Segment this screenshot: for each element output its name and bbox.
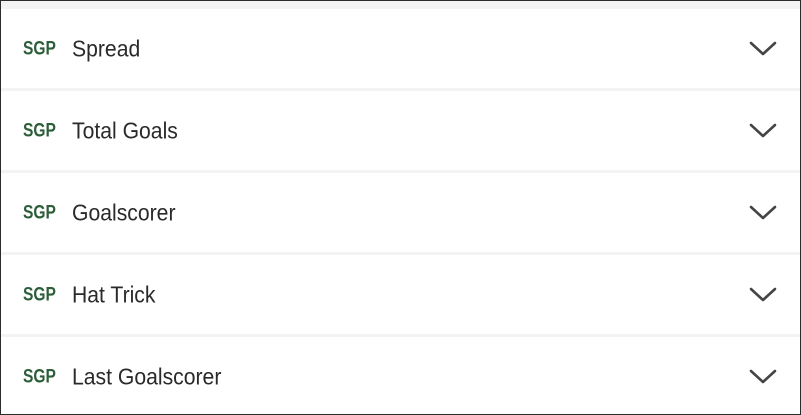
markets-panel: SGP Spread SGP Total Goals SGP Goalscore… — [0, 0, 801, 415]
sgp-badge: SGP — [23, 38, 56, 59]
sgp-badge: SGP — [23, 120, 56, 141]
sgp-badge: SGP — [23, 284, 56, 305]
market-label: Spread — [72, 35, 141, 61]
chevron-down-icon[interactable] — [749, 205, 777, 221]
market-label: Goalscorer — [72, 199, 176, 225]
market-label: Last Goalscorer — [72, 363, 222, 389]
market-row-spread[interactable]: SGP Spread — [1, 9, 800, 88]
sgp-badge: SGP — [23, 202, 56, 223]
chevron-down-icon[interactable] — [749, 369, 777, 385]
sgp-badge: SGP — [23, 366, 56, 387]
chevron-down-icon[interactable] — [749, 41, 777, 57]
market-label: Total Goals — [72, 117, 178, 143]
market-row-goalscorer[interactable]: SGP Goalscorer — [1, 173, 800, 252]
market-row-total-goals[interactable]: SGP Total Goals — [1, 91, 800, 170]
market-list: SGP Spread SGP Total Goals SGP Goalscore… — [1, 1, 800, 414]
market-row-hat-trick[interactable]: SGP Hat Trick — [1, 255, 800, 334]
market-row-last-goalscorer[interactable]: SGP Last Goalscorer — [1, 337, 800, 414]
chevron-down-icon[interactable] — [749, 123, 777, 139]
market-label: Hat Trick — [72, 281, 156, 307]
chevron-down-icon[interactable] — [749, 287, 777, 303]
